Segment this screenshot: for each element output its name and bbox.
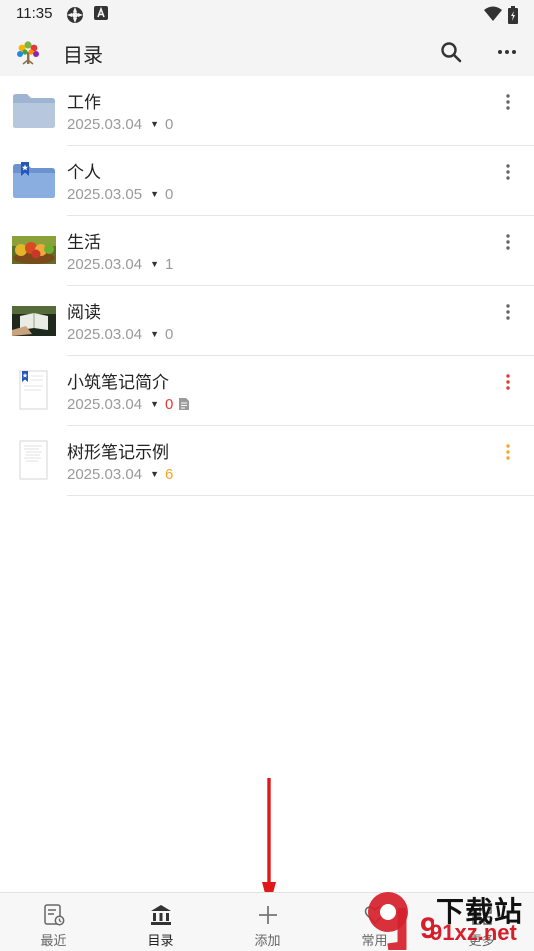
expand-caret-icon[interactable]: ▼ — [150, 259, 159, 269]
fruit-photo-icon — [12, 236, 56, 264]
nav-label-catalog: 目录 — [147, 934, 174, 949]
item-more-icon[interactable] — [498, 92, 518, 112]
item-more-icon[interactable] — [498, 162, 518, 182]
annotation-arrow — [262, 778, 276, 908]
nav-item-recent[interactable]: 最近 — [0, 893, 107, 951]
item-more-icon[interactable] — [498, 302, 518, 322]
status-bar: 11:35 — [0, 0, 534, 28]
battery-icon — [508, 6, 518, 24]
expand-caret-icon[interactable]: ▼ — [150, 189, 159, 199]
item-title: 工作 — [67, 93, 101, 113]
nav-item-add[interactable]: 添加 — [214, 893, 321, 951]
folder-icon — [13, 94, 55, 128]
watermark-logo: 9 — [368, 892, 434, 950]
item-count: 6 — [165, 466, 174, 483]
list-item[interactable]: 小筑笔记简介 2025.03.04 ▼ 0 — [0, 356, 534, 426]
item-count: 0 — [165, 116, 174, 133]
item-more-icon[interactable] — [498, 232, 518, 252]
add-plus-icon — [258, 906, 277, 924]
expand-caret-icon[interactable]: ▼ — [150, 469, 159, 479]
recent-notes-icon — [43, 904, 64, 926]
item-date: 2025.03.05 — [67, 186, 143, 203]
item-title: 生活 — [67, 233, 101, 253]
list-item[interactable]: 阅读 2025.03.04 ▼ 0 — [0, 286, 534, 356]
page-title: 目录 — [63, 43, 103, 67]
item-count: 0 — [165, 186, 174, 203]
item-title: 树形笔记示例 — [67, 443, 169, 463]
item-meta: 2025.03.05 ▼ 0 — [67, 186, 173, 203]
app-logo-tree-icon — [17, 41, 39, 65]
row-divider — [67, 495, 534, 496]
expand-caret-icon[interactable]: ▼ — [150, 399, 159, 409]
item-date: 2025.03.04 — [67, 256, 143, 273]
item-more-icon[interactable] — [498, 442, 518, 462]
bookmarked-folder-icon — [13, 162, 55, 198]
watermark-line2: 91xz.net — [430, 920, 517, 945]
item-meta: 2025.03.04 ▼ 0 — [67, 326, 173, 343]
item-more-icon[interactable] — [498, 372, 518, 392]
site-watermark: 9 下载站 91xz.net — [358, 888, 534, 950]
item-date: 2025.03.04 — [67, 466, 143, 483]
list-item[interactable]: 工作 2025.03.04 ▼ 0 — [0, 76, 534, 146]
item-title: 小筑笔记简介 — [67, 373, 169, 393]
bookmarked-document-icon — [19, 370, 48, 410]
note-document-icon — [179, 398, 190, 410]
nav-item-catalog[interactable]: 目录 — [107, 893, 214, 951]
item-date: 2025.03.04 — [67, 326, 143, 343]
sync-status-icon — [67, 7, 83, 23]
keyboard-status-icon — [94, 6, 108, 20]
item-meta: 2025.03.04 ▼ 0 — [67, 396, 190, 413]
item-date: 2025.03.04 — [67, 396, 143, 413]
list-item[interactable]: 生活 2025.03.04 ▼ 1 — [0, 216, 534, 286]
catalog-bank-icon — [150, 905, 171, 925]
item-meta: 2025.03.04 ▼ 1 — [67, 256, 173, 273]
wifi-icon — [484, 6, 502, 21]
item-meta: 2025.03.04 ▼ 6 — [67, 466, 173, 483]
expand-caret-icon[interactable]: ▼ — [150, 329, 159, 339]
item-meta: 2025.03.04 ▼ 0 — [67, 116, 173, 133]
more-options-icon[interactable] — [495, 40, 519, 64]
item-title: 阅读 — [67, 303, 101, 323]
nav-label-add: 添加 — [254, 934, 281, 949]
item-count: 0 — [165, 326, 174, 343]
item-count: 1 — [165, 256, 174, 273]
item-title: 个人 — [67, 163, 101, 183]
status-time: 11:35 — [16, 5, 53, 22]
list-item[interactable]: 个人 2025.03.05 ▼ 0 — [0, 146, 534, 216]
app-bar: 目录 — [0, 28, 534, 76]
reading-photo-icon — [12, 306, 56, 336]
list-item[interactable]: 树形笔记示例 2025.03.04 ▼ 6 — [0, 426, 534, 496]
item-date: 2025.03.04 — [67, 116, 143, 133]
search-icon[interactable] — [439, 40, 463, 64]
document-icon — [19, 440, 48, 480]
expand-caret-icon[interactable]: ▼ — [150, 119, 159, 129]
item-count: 0 — [165, 396, 174, 413]
catalog-list: 工作 2025.03.04 ▼ 0 个人 2025.03.05 ▼ 0 生活 2… — [0, 76, 534, 496]
nav-label-recent: 最近 — [40, 934, 67, 949]
